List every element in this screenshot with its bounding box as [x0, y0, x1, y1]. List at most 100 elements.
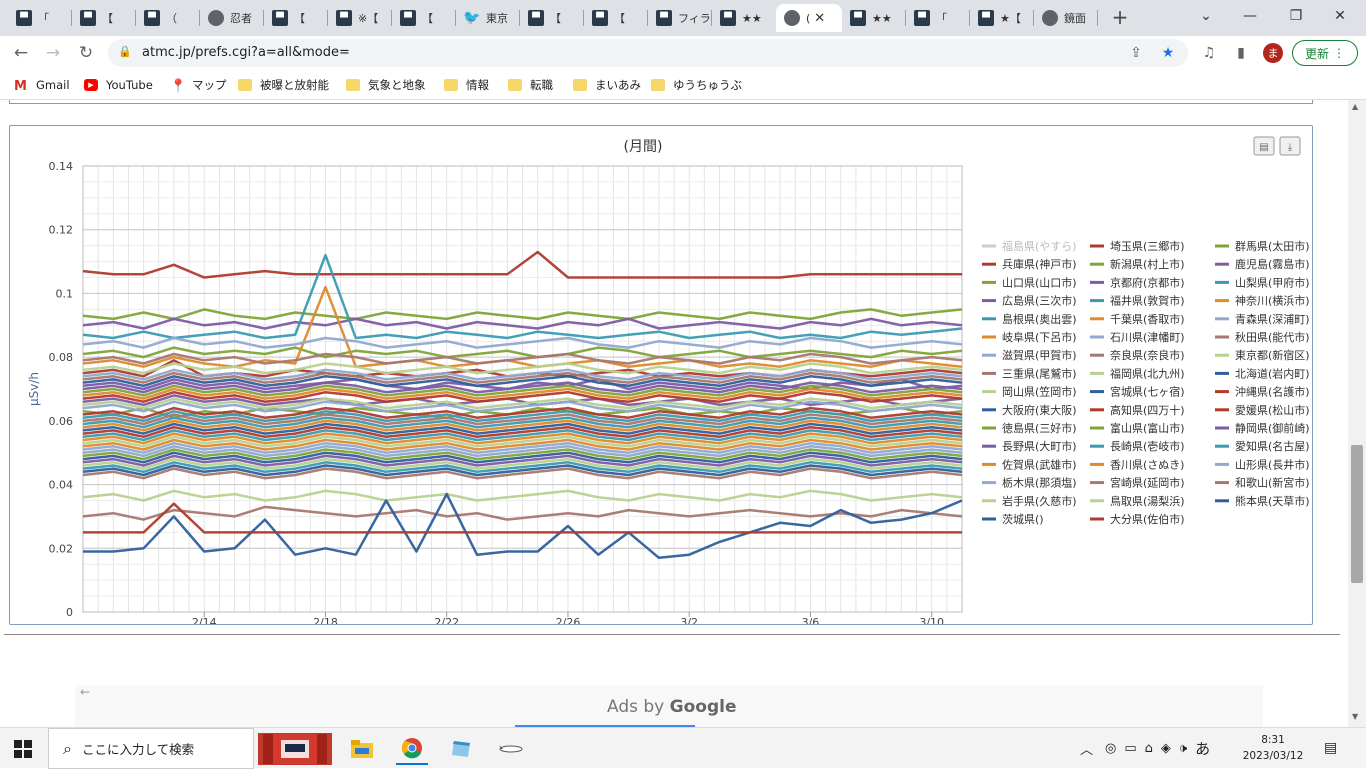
- tab-title: 鏡面: [1064, 12, 1086, 25]
- scroll-up-icon[interactable]: ▲: [1352, 102, 1358, 111]
- browser-tab[interactable]: ▀ ★【: [970, 4, 1034, 32]
- bookmark-folder[interactable]: 転職: [508, 76, 553, 94]
- bookmark-folder[interactable]: ゆうちゅうぶ: [651, 76, 742, 94]
- bookmark-folder[interactable]: 気象と地象: [346, 76, 426, 94]
- tab-title: ★★: [742, 11, 762, 25]
- notepad-app-icon[interactable]: [446, 733, 476, 765]
- tab-title: 【: [294, 12, 305, 25]
- browser-tab[interactable]: 鏡面: [1034, 4, 1098, 32]
- legend-label: 新潟県(村上市): [1110, 257, 1185, 271]
- bookmark-folder[interactable]: 情報: [444, 76, 489, 94]
- scroll-down-icon[interactable]: ▼: [1352, 712, 1358, 721]
- browser-tab[interactable]: ▀ 【: [584, 4, 648, 32]
- side-panel-icon[interactable]: ▮: [1229, 41, 1253, 65]
- restore-button[interactable]: ❐: [1282, 4, 1310, 28]
- browser-tab[interactable]: ▀ 【: [264, 4, 328, 32]
- legend-label: 香川県(さぬき): [1110, 458, 1184, 471]
- site-favicon-icon: ▀: [80, 10, 96, 26]
- tab-search-chevron-icon[interactable]: ⌄: [1192, 4, 1220, 28]
- airplane-app-icon[interactable]: [496, 733, 526, 765]
- clock[interactable]: 8:31 2023/03/12: [1238, 732, 1308, 764]
- scrollbar-thumb[interactable]: [1351, 445, 1363, 583]
- meet-now-icon[interactable]: ◎: [1105, 741, 1116, 756]
- tab-title: 忍者: [230, 12, 252, 25]
- legend-label: 滋賀県(甲賀市): [1002, 348, 1077, 362]
- browser-tab[interactable]: ▀ 「: [906, 4, 970, 32]
- page-content: 0 0.02 0.04 0.06 0.08 0.1 0.12 0.14 (月間) μSv/h 2/1…: [0, 100, 1348, 727]
- tray-chevron-icon[interactable]: ︿: [1080, 739, 1093, 758]
- news-widget-image: [263, 734, 327, 764]
- site-favicon-icon: ▀: [528, 10, 544, 26]
- browser-tab[interactable]: 忍者: [200, 4, 264, 32]
- legend-label: 宮崎県(延岡市): [1110, 476, 1185, 490]
- close-tab-icon[interactable]: ✕: [814, 11, 825, 26]
- browser-tab[interactable]: ▀ 【: [520, 4, 584, 32]
- address-bar[interactable]: 🔒 atmc.jp/prefs.cgi?a=all&mode= ⇪ ★: [108, 39, 1188, 67]
- media-control-icon[interactable]: ♫: [1197, 41, 1221, 65]
- wifi-icon[interactable]: ◈: [1161, 741, 1171, 756]
- legend-label: 宮城県(七ヶ宿): [1110, 385, 1185, 399]
- legend-label: 福岡県(北九州): [1110, 366, 1185, 380]
- network-icon[interactable]: ⌂: [1145, 741, 1153, 756]
- browser-tab[interactable]: ▀ （: [136, 4, 200, 32]
- bookmark-gmail[interactable]: M Gmail: [14, 76, 70, 94]
- chrome-taskbar-icon[interactable]: [396, 733, 428, 765]
- browser-tab[interactable]: ▀ フィラ: [648, 4, 712, 32]
- back-button[interactable]: ←: [8, 40, 34, 66]
- x-tick-label: 3/2: [680, 616, 698, 624]
- legend-label: 埼玉県(三郷市): [1110, 239, 1185, 253]
- ime-indicator[interactable]: あ: [1195, 738, 1210, 759]
- legend-label: 愛知県(名古屋): [1235, 439, 1310, 453]
- minimize-button[interactable]: —: [1236, 4, 1264, 28]
- browser-tab[interactable]: 🐦 東京: [456, 4, 520, 32]
- y-tick-label: 0.06: [49, 415, 74, 428]
- forward-button[interactable]: →: [40, 40, 66, 66]
- update-button[interactable]: 更新 ⋮: [1292, 40, 1358, 66]
- bookmark-folder[interactable]: 被曝と放射能: [238, 76, 329, 94]
- url-text: atmc.jp/prefs.cgi?a=all&mode=: [142, 45, 350, 60]
- y-tick-label: 0.1: [56, 287, 74, 300]
- legend-label: 千葉県(香取市): [1110, 312, 1185, 326]
- browser-tab[interactable]: ▀ 【: [72, 4, 136, 32]
- profile-avatar[interactable]: ま: [1263, 43, 1283, 63]
- legend-label: 熊本県(天草市): [1235, 494, 1310, 508]
- site-favicon-icon: ▀: [978, 10, 994, 26]
- browser-tab[interactable]: ▀ 【: [392, 4, 456, 32]
- browser-tab[interactable]: (✕: [776, 4, 842, 32]
- bookmark-folder[interactable]: まいあみ: [573, 76, 641, 94]
- site-favicon-icon: ▀: [400, 10, 416, 26]
- bookmark-youtube[interactable]: ▶ YouTube: [84, 76, 153, 94]
- new-tab-button[interactable]: +: [1109, 5, 1131, 29]
- volume-icon[interactable]: 🕩: [1179, 741, 1187, 756]
- share-icon[interactable]: ⇪: [1124, 41, 1148, 65]
- browser-tab[interactable]: ▀ ★★: [712, 4, 776, 32]
- browser-tab[interactable]: ▀ ※【: [328, 4, 392, 32]
- legend-label: 岩手県(久慈市): [1002, 494, 1077, 508]
- bookmark-star-icon[interactable]: ★: [1156, 41, 1180, 65]
- folder-icon: [444, 79, 458, 91]
- legend-label: 奈良県(奈良市): [1110, 348, 1185, 362]
- file-explorer-icon[interactable]: [346, 733, 378, 765]
- windows-start-icon[interactable]: [14, 740, 32, 758]
- x-tick-label: 2/26: [556, 616, 581, 624]
- taskbar-search-box[interactable]: ⌕ ここに入力して検索: [48, 728, 254, 769]
- notification-icon[interactable]: ▤: [1324, 740, 1337, 756]
- browser-tab[interactable]: ▀ 「: [8, 4, 72, 32]
- y-tick-label: 0.14: [49, 160, 74, 173]
- close-window-button[interactable]: ✕: [1326, 4, 1354, 28]
- ads-back-arrow-icon[interactable]: ←: [80, 685, 90, 699]
- folder-icon: [346, 79, 360, 91]
- battery-icon[interactable]: ▭: [1124, 741, 1136, 756]
- tab-title: ★【: [1000, 12, 1021, 25]
- bookmark-label: まいあみ: [595, 78, 641, 92]
- ads-by-text: Ads by: [607, 697, 665, 717]
- bookmark-maps[interactable]: 📍 マップ: [170, 76, 227, 94]
- reload-button[interactable]: ↻: [73, 40, 99, 66]
- tab-title: 【: [614, 12, 625, 25]
- browser-tab[interactable]: ▀ ★★: [842, 4, 906, 32]
- vertical-scrollbar[interactable]: ▲ ▼: [1348, 100, 1366, 727]
- news-widget-icon[interactable]: [258, 733, 332, 765]
- legend-label: 石川県(津幡町): [1110, 330, 1185, 344]
- tab-separator: [1097, 10, 1098, 26]
- tab-title: 東京: [486, 12, 508, 25]
